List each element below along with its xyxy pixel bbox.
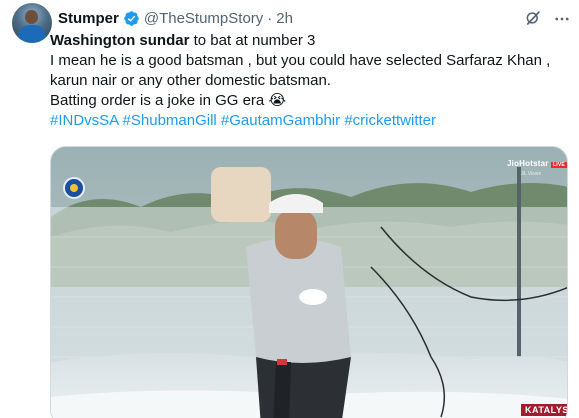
watermark-text: JioHotstar [507,159,549,168]
tweet-text-line-2: I mean he is a good batsman , but you co… [50,52,551,69]
bold-text: Washington sundar [50,32,190,49]
more-options-icon[interactable] [553,10,571,28]
avatar[interactable] [12,3,52,43]
media-photo [51,147,567,418]
text-fragment: Batting order is a joke in GG era [50,92,265,109]
tweet-media[interactable]: JioHotstar LIVE 3L Views KATALYST [50,146,568,418]
avatar-body [18,25,46,43]
sponsor-board: KATALYST [521,404,567,416]
tweet-text-line-1: Washington sundar to bat at number 3 [50,31,570,51]
avatar-head [25,10,38,24]
bcci-logo-icon [63,177,85,199]
hashtag-link[interactable]: #crickettwitter [344,112,436,129]
verified-badge-icon [124,10,139,26]
tweet-text-line-4: Batting order is a joke in GG era 😭 [50,91,570,111]
view-count: 3L Views [521,171,542,177]
hashtag-link[interactable]: #GautamGambhir [221,112,340,129]
live-badge: LIVE [551,162,567,168]
tweet-text-line-3: karun nair or any other domestic batsman… [50,72,331,89]
grok-icon[interactable] [524,9,542,27]
hashtags: #INDvsSA #ShubmanGill #GautamGambhir #cr… [50,111,570,131]
text-fragment: to bat at number 3 [189,32,316,49]
timestamp[interactable]: 2h [276,10,293,27]
hashtag-link[interactable]: #ShubmanGill [123,112,217,129]
tweet-header: Stumper @TheStumpStory · 2h [58,7,293,29]
hashtag-link[interactable]: #INDvsSA [50,112,118,129]
crying-emoji: 😭 [268,92,286,109]
separator-dot: · [267,9,273,27]
broadcaster-watermark: JioHotstar LIVE [507,159,567,168]
tweet-text: Washington sundar to bat at number 3 I m… [50,31,570,131]
user-handle[interactable]: @TheStumpStory [144,10,263,27]
display-name[interactable]: Stumper [58,10,119,27]
